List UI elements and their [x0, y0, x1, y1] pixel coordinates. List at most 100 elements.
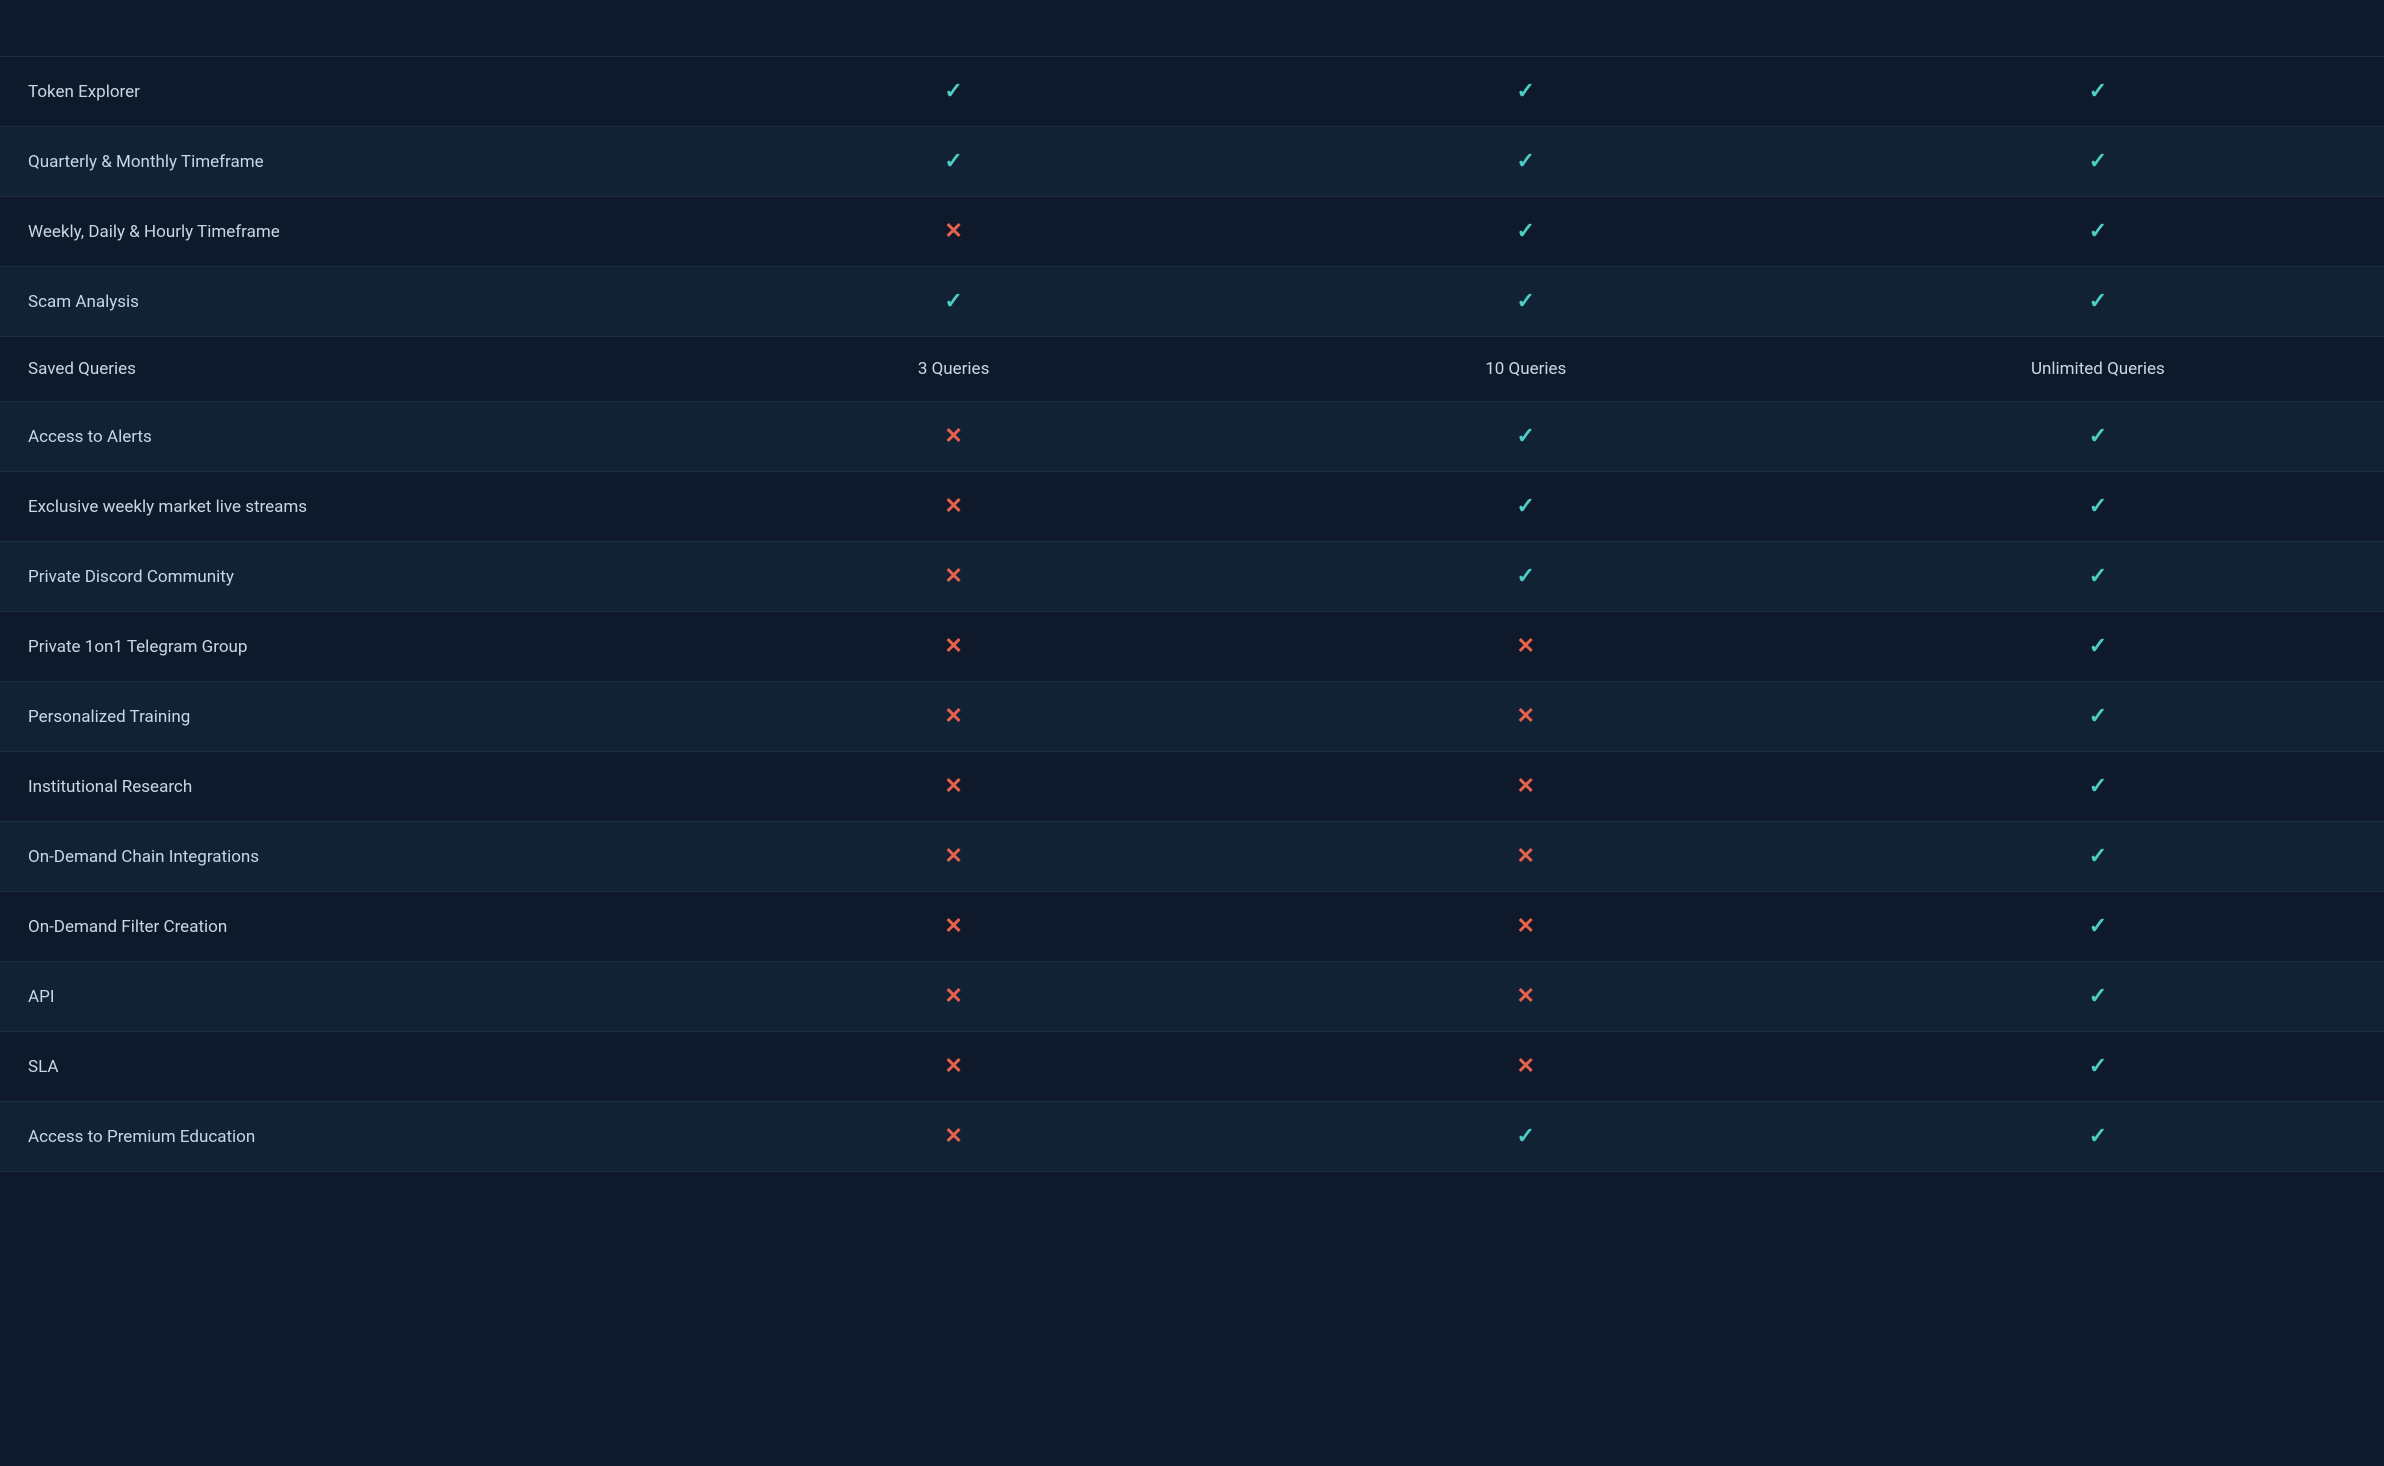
- feature-cell: Private Discord Community: [0, 542, 668, 612]
- enterprise-cell: ✓: [1812, 612, 2384, 682]
- cross-icon: ✕: [1517, 1054, 1535, 1079]
- feature-cell: On-Demand Chain Integrations: [0, 822, 668, 892]
- text-value: 3 Queries: [918, 359, 990, 379]
- cross-icon: ✕: [944, 844, 962, 869]
- free-cell: 3 Queries: [668, 337, 1240, 402]
- feature-cell: Quarterly & Monthly Timeframe: [0, 127, 668, 197]
- table-row: Private Discord Community ✕ ✓ ✓: [0, 542, 2384, 612]
- table-row: Scam Analysis✓✓✓: [0, 267, 2384, 337]
- check-icon: ✓: [2089, 289, 2107, 314]
- free-cell: ✓: [668, 127, 1240, 197]
- check-icon: ✓: [2089, 984, 2107, 1009]
- cross-icon: ✕: [944, 219, 962, 244]
- free-cell: ✕: [668, 612, 1240, 682]
- text-value: 10 Queries: [1485, 359, 1566, 379]
- free-cell: ✕: [668, 822, 1240, 892]
- check-icon: ✓: [1517, 219, 1535, 244]
- pro-cell: ✓: [1240, 1102, 1812, 1172]
- check-icon: ✓: [1517, 289, 1535, 314]
- table-row: Quarterly & Monthly Timeframe✓✓✓: [0, 127, 2384, 197]
- header-enterprise-col: [1812, 0, 2384, 57]
- cross-icon: ✕: [1517, 634, 1535, 659]
- table-row: Weekly, Daily & Hourly Timeframe ✕ ✓ ✓: [0, 197, 2384, 267]
- enterprise-cell: ✓: [1812, 267, 2384, 337]
- check-icon: ✓: [1517, 149, 1535, 174]
- free-cell: ✕: [668, 752, 1240, 822]
- feature-cell: Access to Alerts: [0, 402, 668, 472]
- pro-cell: ✓: [1240, 267, 1812, 337]
- cross-icon: ✕: [1517, 984, 1535, 1009]
- check-icon: ✓: [2089, 424, 2107, 449]
- pro-cell: ✕: [1240, 962, 1812, 1032]
- check-icon: ✓: [2089, 219, 2107, 244]
- cross-icon: ✕: [944, 494, 962, 519]
- cross-icon: ✕: [944, 424, 962, 449]
- feature-cell: Personalized Training: [0, 682, 668, 752]
- pro-cell: ✓: [1240, 127, 1812, 197]
- free-cell: ✕: [668, 402, 1240, 472]
- enterprise-cell: ✓: [1812, 962, 2384, 1032]
- free-cell: ✕: [668, 962, 1240, 1032]
- table-row: On-Demand Filter Creation✕✕✓: [0, 892, 2384, 962]
- check-icon: ✓: [2089, 564, 2107, 589]
- enterprise-cell: ✓: [1812, 542, 2384, 612]
- check-icon: ✓: [2089, 914, 2107, 939]
- check-icon: ✓: [2089, 494, 2107, 519]
- free-cell: ✓: [668, 267, 1240, 337]
- check-icon: ✓: [2089, 1124, 2107, 1149]
- feature-cell: On-Demand Filter Creation: [0, 892, 668, 962]
- enterprise-cell: ✓: [1812, 1102, 2384, 1172]
- pro-cell: ✓: [1240, 197, 1812, 267]
- cross-icon: ✕: [944, 1124, 962, 1149]
- check-icon: ✓: [944, 289, 962, 314]
- feature-cell: Saved Queries: [0, 337, 668, 402]
- cross-icon: ✕: [944, 564, 962, 589]
- enterprise-cell: ✓: [1812, 197, 2384, 267]
- pro-cell: ✓: [1240, 542, 1812, 612]
- check-icon: ✓: [2089, 1054, 2107, 1079]
- pro-cell: ✕: [1240, 1032, 1812, 1102]
- cross-icon: ✕: [944, 1054, 962, 1079]
- pro-cell: ✓: [1240, 472, 1812, 542]
- pro-cell: ✕: [1240, 822, 1812, 892]
- pro-cell: 10 Queries: [1240, 337, 1812, 402]
- check-icon: ✓: [944, 79, 962, 104]
- check-icon: ✓: [1517, 1124, 1535, 1149]
- check-icon: ✓: [2089, 634, 2107, 659]
- cross-icon: ✕: [1517, 774, 1535, 799]
- table-row: On-Demand Chain Integrations✕✕✓: [0, 822, 2384, 892]
- check-icon: ✓: [1517, 424, 1535, 449]
- table-row: Access to Premium Education✕✓✓: [0, 1102, 2384, 1172]
- check-icon: ✓: [1517, 79, 1535, 104]
- feature-cell: API: [0, 962, 668, 1032]
- feature-cell: Private 1on1 Telegram Group: [0, 612, 668, 682]
- enterprise-cell: ✓: [1812, 472, 2384, 542]
- free-cell: ✕: [668, 542, 1240, 612]
- pro-cell: ✕: [1240, 892, 1812, 962]
- pricing-comparison-table: Token Explorer✓✓✓Quarterly & Monthly Tim…: [0, 0, 2384, 1172]
- table-row: Private 1on1 Telegram Group✕✕✓: [0, 612, 2384, 682]
- pro-cell: ✓: [1240, 402, 1812, 472]
- cross-icon: ✕: [944, 774, 962, 799]
- feature-cell: Weekly, Daily & Hourly Timeframe: [0, 197, 668, 267]
- pro-cell: ✓: [1240, 57, 1812, 127]
- cross-icon: ✕: [1517, 914, 1535, 939]
- enterprise-cell: ✓: [1812, 892, 2384, 962]
- free-cell: ✕: [668, 1102, 1240, 1172]
- header-pro-col: [1240, 0, 1812, 57]
- check-icon: ✓: [2089, 774, 2107, 799]
- pro-cell: ✕: [1240, 752, 1812, 822]
- check-icon: ✓: [944, 149, 962, 174]
- check-icon: ✓: [1517, 494, 1535, 519]
- cross-icon: ✕: [944, 984, 962, 1009]
- free-cell: ✕: [668, 472, 1240, 542]
- feature-cell: Exclusive weekly market live streams: [0, 472, 668, 542]
- table-row: SLA✕✕✓: [0, 1032, 2384, 1102]
- table-row: Access to Alerts ✕ ✓ ✓: [0, 402, 2384, 472]
- enterprise-cell: ✓: [1812, 1032, 2384, 1102]
- free-cell: ✕: [668, 682, 1240, 752]
- check-icon: ✓: [2089, 704, 2107, 729]
- table-row: Institutional Research✕✕✓: [0, 752, 2384, 822]
- table-row: API ✕ ✕ ✓: [0, 962, 2384, 1032]
- table-row: Exclusive weekly market live streams ✕ ✓ ✓: [0, 472, 2384, 542]
